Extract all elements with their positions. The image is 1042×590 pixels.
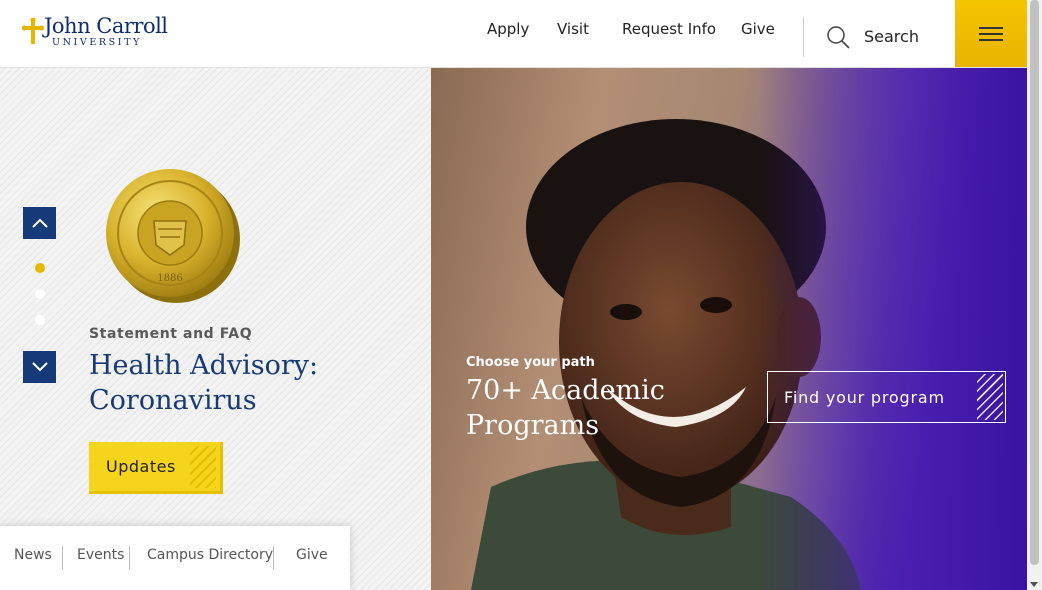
announcement-headline[interactable]: Health Advisory: Coronavirus (89, 348, 389, 418)
stripe-decoration (977, 374, 1003, 420)
find-program-button[interactable]: Find your program (767, 371, 1006, 423)
hamburger-icon-line (979, 39, 1003, 41)
cross-icon (22, 18, 44, 44)
slide-dot-3[interactable] (35, 315, 45, 325)
site-header: John Carroll UNIVERSITY Apply Visit Requ… (0, 0, 1027, 68)
nav-request-info[interactable]: Request Info (622, 20, 716, 38)
utility-separator (129, 546, 130, 570)
logo-subtitle: UNIVERSITY (52, 37, 142, 48)
utility-link-give[interactable]: Give (296, 547, 328, 563)
slide-up-button[interactable] (23, 207, 56, 239)
university-logo[interactable]: John Carroll UNIVERSITY (22, 14, 168, 50)
menu-button[interactable] (955, 0, 1027, 67)
hero-section: Choose your path 70+ Academic Programs F… (431, 67, 1027, 590)
search-label: Search (864, 27, 919, 46)
scrollbar-thumb[interactable] (1030, 0, 1039, 565)
updates-button[interactable]: Updates (89, 442, 223, 494)
hero-title: 70+ Academic Programs (466, 375, 665, 441)
nav-visit[interactable]: Visit (557, 20, 589, 38)
slide-dot-2[interactable] (35, 289, 45, 299)
utility-separator (273, 546, 274, 570)
announcement-eyebrow: Statement and FAQ (89, 326, 253, 342)
chevron-up-icon (31, 218, 48, 228)
slide-down-button[interactable] (23, 351, 56, 383)
logo-wordmark: John Carroll (44, 14, 168, 38)
updates-button-label: Updates (106, 457, 176, 476)
page-scrollbar[interactable] (1027, 0, 1042, 590)
university-seal: 1886 (106, 169, 240, 303)
utility-link-news[interactable]: News (14, 547, 52, 563)
utility-link-events[interactable]: Events (77, 547, 124, 563)
announcement-panel: 1886 Statement and FAQ Health Advisory: … (0, 67, 431, 590)
chevron-down-icon (31, 362, 48, 372)
stripe-decoration (190, 446, 216, 488)
find-program-label: Find your program (784, 388, 945, 407)
hero-eyebrow: Choose your path (466, 355, 595, 370)
svg-text:1886: 1886 (157, 273, 182, 284)
scroll-down-arrow-icon[interactable] (1030, 582, 1038, 587)
utility-bar: News Events Campus Directory Give (0, 526, 350, 590)
utility-link-campus-directory[interactable]: Campus Directory (147, 547, 273, 563)
hero-student-photo (431, 67, 1027, 590)
hamburger-icon-line (979, 33, 1003, 35)
search-button[interactable]: Search (826, 24, 936, 52)
nav-apply[interactable]: Apply (487, 20, 529, 38)
nav-divider (803, 17, 804, 57)
nav-give[interactable]: Give (741, 20, 775, 38)
hamburger-icon (979, 27, 1003, 29)
slide-dot-1[interactable] (35, 263, 45, 273)
utility-separator (62, 546, 63, 570)
search-icon (827, 26, 850, 49)
